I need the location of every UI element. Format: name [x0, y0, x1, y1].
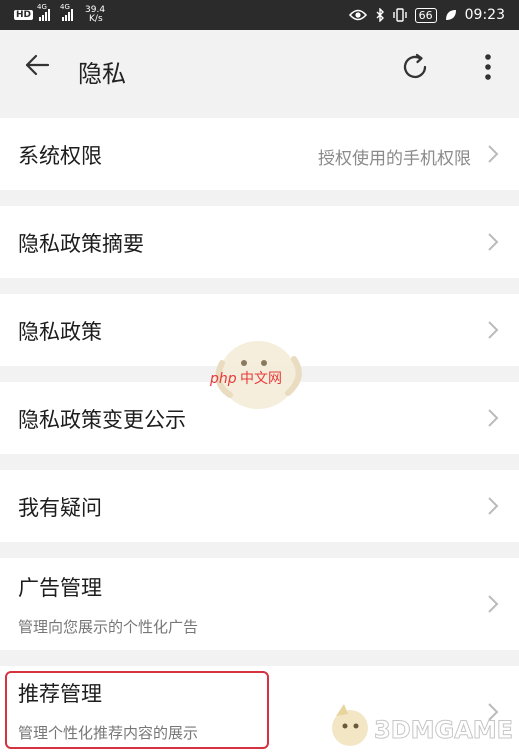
row-label: 隐私政策变更公示 [18, 408, 186, 432]
svg-text:php: php [209, 371, 237, 387]
row-label: 广告管理 [18, 576, 102, 600]
row-privacy-summary[interactable]: 隐私政策摘要 [0, 206, 519, 278]
status-right: 66 09:23 [348, 7, 505, 23]
refresh-icon[interactable] [400, 52, 430, 82]
row-value: 授权使用的手机权限 [318, 149, 471, 169]
status-left: HD 4G 4G 39.4 K/s [14, 3, 106, 24]
chevron-right-icon [488, 321, 499, 339]
signal-icon: 4G [60, 3, 74, 21]
leaf-icon [445, 10, 456, 20]
network-speed: 39.4 K/s [85, 5, 106, 24]
php-watermark: php 中文网 [209, 341, 302, 409]
highlight-box [5, 671, 269, 749]
row-label: 隐私政策 [18, 320, 102, 344]
row-label: 我有疑问 [18, 496, 102, 520]
chevron-right-icon [488, 595, 499, 613]
vibrate-icon [392, 8, 407, 22]
battery-indicator: 66 [414, 7, 437, 23]
svg-text:中文网: 中文网 [240, 371, 282, 387]
row-questions[interactable]: 我有疑问 [0, 470, 519, 542]
row-label: 系统权限 [18, 144, 102, 168]
row-system-permissions[interactable]: 系统权限 授权使用的手机权限 [0, 118, 519, 190]
chevron-right-icon [488, 233, 499, 251]
bluetooth-icon [376, 8, 384, 22]
row-label: 隐私政策摘要 [18, 232, 144, 256]
chevron-right-icon [488, 409, 499, 427]
eye-icon [348, 9, 367, 21]
chevron-right-icon [488, 145, 499, 163]
page-title: 隐私 [78, 60, 126, 88]
row-ad-management[interactable]: 广告管理 管理向您展示的个性化广告 [0, 558, 519, 650]
chevron-right-icon [488, 497, 499, 515]
svg-text:3DMGAME: 3DMGAME [374, 716, 513, 744]
clock: 09:23 [464, 7, 505, 23]
3dmgame-watermark: 3DMGAME [332, 704, 514, 746]
row-subtitle: 管理向您展示的个性化广告 [18, 618, 199, 636]
hd-badge: HD [14, 10, 34, 20]
back-arrow-icon[interactable] [24, 52, 50, 78]
app-header: 隐私 [0, 30, 519, 110]
signal-icon: 4G [37, 3, 51, 21]
status-bar: HD 4G 4G 39.4 K/s 66 09:23 [0, 0, 519, 30]
more-vert-icon[interactable] [476, 52, 500, 82]
